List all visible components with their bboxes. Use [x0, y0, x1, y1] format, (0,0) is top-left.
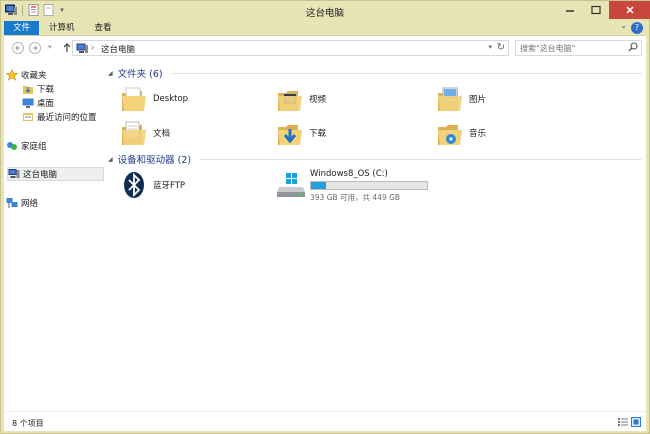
details-view-icon[interactable]	[618, 417, 628, 427]
nav-recent[interactable]: 最近访问的位置	[22, 110, 97, 124]
folder-label: 下载	[309, 129, 327, 139]
breadcrumb-separator-icon[interactable]: ›	[91, 43, 94, 52]
bluetooth-icon	[120, 171, 148, 199]
item-count: 8 个项目	[12, 419, 44, 428]
videos-folder-icon	[276, 85, 304, 113]
status-bar: 8 个项目	[4, 411, 646, 431]
nav-label: 下载	[37, 85, 55, 95]
nav-network[interactable]: 网络	[6, 196, 38, 210]
downloads-folder-icon	[276, 119, 304, 147]
nav-label: 网络	[21, 199, 39, 209]
help-icon[interactable]: ?	[631, 22, 643, 34]
collapse-triangle-icon[interactable]: ◢	[108, 156, 113, 163]
tab-computer[interactable]: 计算机	[39, 21, 85, 35]
tab-file[interactable]: 文件	[4, 21, 40, 35]
drive-usage-bar	[310, 181, 428, 190]
pictures-folder-icon	[436, 85, 464, 113]
computer-icon	[8, 168, 20, 180]
nav-label: 家庭组	[21, 142, 47, 152]
ribbon-tabs: 文件 计算机 查看 ⌄ ?	[1, 21, 649, 35]
folder-pictures[interactable]: 图片	[436, 85, 486, 113]
download-folder-icon	[22, 83, 34, 95]
group-title: 设备和驱动器 (2)	[117, 155, 192, 166]
nav-label: 这台电脑	[23, 170, 58, 180]
folder-videos[interactable]: 视频	[276, 85, 326, 113]
folder-label: Desktop	[153, 94, 189, 104]
folder-downloads[interactable]: 下载	[276, 119, 326, 147]
nav-homegroup[interactable]: 家庭组	[6, 139, 47, 153]
devices-group-header[interactable]: ◢ 设备和驱动器 (2)	[108, 152, 642, 166]
expand-ribbon-icon[interactable]: ⌄	[620, 21, 627, 30]
window-title: 这台电脑	[305, 8, 344, 19]
music-folder-icon	[436, 119, 464, 147]
folder-label: 文档	[153, 129, 171, 139]
minimize-button[interactable]	[557, 1, 583, 19]
folder-label: 图片	[469, 95, 487, 105]
folder-documents[interactable]: 文档	[120, 119, 170, 147]
back-button[interactable]	[12, 42, 24, 54]
drive-usage-fill	[311, 182, 326, 189]
network-icon	[6, 197, 18, 209]
nav-desktop[interactable]: 桌面	[22, 96, 54, 110]
forward-button[interactable]	[29, 42, 41, 54]
star-icon	[6, 69, 18, 81]
nav-downloads[interactable]: 下载	[22, 82, 54, 96]
minimize-icon	[566, 10, 574, 12]
recent-places-icon	[22, 111, 34, 123]
recent-locations-icon[interactable]: ▾	[48, 43, 52, 51]
back-arrow-icon	[15, 45, 20, 51]
window-controls	[557, 1, 650, 19]
forward-arrow-icon	[33, 45, 38, 51]
desktop-icon	[22, 97, 34, 109]
explorer-window: ▾ 这台电脑 文件 计算机 查看 ⌄ ? ▾ › 这台电脑 ▾ ↻ 搜索"这台电…	[0, 0, 650, 434]
group-divider	[170, 72, 642, 74]
content-pane: ◢ 文件夹 (6) Desktop 视频 图片 文档 下载 音乐 ◢ 设备和驱动…	[108, 59, 646, 411]
homegroup-icon	[6, 140, 18, 152]
close-icon	[626, 6, 634, 14]
nav-favorites[interactable]: 收藏夹	[6, 68, 47, 82]
folder-music[interactable]: 音乐	[436, 119, 486, 147]
folder-label: 视频	[309, 95, 327, 105]
nav-label: 最近访问的位置	[37, 113, 97, 123]
drive-c[interactable]: Windows8_OS (C:) 393 GB 可用，共 449 GB	[276, 169, 436, 202]
tab-view[interactable]: 查看	[85, 21, 122, 35]
address-toolbar: ▾ › 这台电脑 ▾ ↻	[4, 35, 646, 59]
nav-label: 收藏夹	[21, 71, 47, 81]
refresh-icon[interactable]: ↻	[497, 42, 505, 53]
drive-free-space: 393 GB 可用，共 449 GB	[310, 193, 401, 202]
group-divider	[199, 158, 642, 160]
device-label: 蓝牙FTP	[153, 181, 186, 191]
address-dropdown-icon[interactable]: ▾	[488, 43, 492, 51]
navigation-pane: 收藏夹 下载 桌面 最近访问的位置 家庭组 这台电脑 网络	[4, 59, 106, 411]
documents-folder-icon	[120, 119, 148, 147]
maximize-icon	[591, 5, 601, 15]
large-icons-view-icon[interactable]	[631, 417, 641, 427]
maximize-button[interactable]	[583, 1, 609, 19]
folder-label: 音乐	[469, 129, 487, 139]
up-arrow-icon	[63, 43, 71, 52]
windows-drive-icon	[276, 172, 306, 201]
address-bar[interactable]: › 这台电脑 ▾ ↻	[72, 40, 509, 56]
search-input[interactable]	[516, 41, 626, 55]
folders-group-header[interactable]: ◢ 文件夹 (6)	[108, 66, 642, 80]
search-box[interactable]	[515, 40, 642, 56]
computer-icon	[76, 43, 88, 57]
main-area: 收藏夹 下载 桌面 最近访问的位置 家庭组 这台电脑 网络 ◢ 文件夹 (6) …	[4, 59, 646, 411]
search-icon[interactable]	[628, 42, 638, 55]
group-title: 文件夹 (6)	[117, 69, 163, 80]
collapse-triangle-icon[interactable]: ◢	[108, 70, 113, 77]
title-bar: ▾ 这台电脑	[1, 1, 650, 21]
breadcrumb[interactable]: 这台电脑	[101, 43, 135, 55]
device-bluetooth-ftp[interactable]: 蓝牙FTP	[120, 171, 185, 199]
desktop-folder-icon	[120, 85, 148, 113]
nav-label: 桌面	[37, 99, 55, 109]
drive-name: Windows8_OS (C:)	[310, 169, 388, 179]
up-button[interactable]	[62, 42, 72, 56]
folder-desktop[interactable]: Desktop	[120, 85, 188, 113]
nav-this-pc[interactable]: 这台电脑	[7, 167, 104, 181]
close-button[interactable]	[609, 1, 650, 19]
